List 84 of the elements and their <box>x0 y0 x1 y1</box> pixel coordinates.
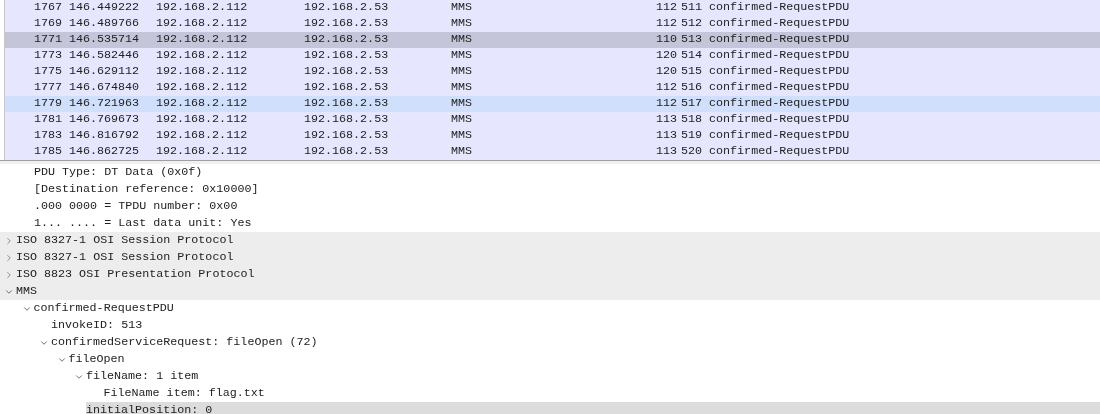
table-cell-text: 120 <box>654 47 677 65</box>
table-cell-text: 112 <box>654 0 677 17</box>
table-cell-text: 192.168.2.53 <box>304 47 390 65</box>
table-cell: 511 confirmed-RequestPDU <box>681 0 850 17</box>
table-cell-text: 192.168.2.112 <box>156 63 249 81</box>
table-cell-text: 192.168.2.53 <box>304 111 390 129</box>
table-cell: 517 confirmed-RequestPDU <box>681 95 850 113</box>
table-cell-text: 146.489766 <box>69 15 141 33</box>
table-cell-text: MMS <box>451 31 474 49</box>
table-cell-text: 146.449222 <box>69 0 141 17</box>
table-cell-text: 1781 <box>32 111 62 129</box>
table-cell-text: 192.168.2.112 <box>156 95 249 113</box>
table-cell-text: 192.168.2.53 <box>304 63 390 81</box>
table-cell: 518 confirmed-RequestPDU <box>681 111 850 129</box>
table-cell-text: 192.168.2.53 <box>304 95 390 113</box>
tree-item[interactable]: 1... .... = Last data unit: Yes <box>34 214 252 233</box>
table-cell-text: MMS <box>451 79 474 97</box>
tree-item[interactable]: confirmed-RequestPDU <box>33 299 174 318</box>
table-cell-text: MMS <box>451 143 474 160</box>
table-cell-text: 146.674840 <box>69 79 141 97</box>
table-cell-text: 192.168.2.112 <box>156 127 249 145</box>
table-cell: 515 confirmed-RequestPDU <box>681 63 850 81</box>
table-cell-text: 1769 <box>32 15 62 33</box>
table-cell-text: 112 <box>654 79 677 97</box>
table-cell-text: MMS <box>451 127 474 145</box>
table-cell: 520 confirmed-RequestPDU <box>681 143 850 160</box>
table-cell-text: 192.168.2.112 <box>156 79 249 97</box>
table-cell-text: 192.168.2.112 <box>156 15 249 33</box>
table-cell-text: 146.582446 <box>69 47 141 65</box>
table-cell-text: MMS <box>451 111 474 129</box>
table-cell-text: 1779 <box>32 95 62 113</box>
packet-row[interactable]: 1779 146.721963 192.168.2.112 192.168.2.53 MMS 112 517 confirmed-RequestPDU <box>5 96 1100 112</box>
table-cell-text: MMS <box>451 15 474 33</box>
tree-item[interactable]: fileOpen <box>68 350 125 369</box>
tree-item[interactable]: FileName item: flag.txt <box>103 384 265 403</box>
table-cell-text: 192.168.2.53 <box>304 15 390 33</box>
table-cell-text: 146.721963 <box>69 95 141 113</box>
table-cell-text: 192.168.2.53 <box>304 79 390 97</box>
table-cell-text: MMS <box>451 0 474 17</box>
table-cell-text: MMS <box>451 63 474 81</box>
table-cell: 512 confirmed-RequestPDU <box>681 15 850 33</box>
packet-row[interactable]: 1771 146.535714 192.168.2.112 192.168.2.53 MMS 110 513 confirmed-RequestPDU <box>5 32 1100 48</box>
table-cell-text: MMS <box>451 95 474 113</box>
table-cell: 516 confirmed-RequestPDU <box>681 79 850 97</box>
table-cell-text: 192.168.2.53 <box>304 0 390 17</box>
table-cell-text: 146.535714 <box>69 31 141 49</box>
table-cell-text: 192.168.2.112 <box>156 31 249 49</box>
table-cell-text: 192.168.2.112 <box>156 0 249 17</box>
table-cell: 514 confirmed-RequestPDU <box>681 47 850 65</box>
tree-item[interactable]: fileName: 1 item <box>86 367 199 386</box>
tree-item[interactable]: PDU Type: DT Data (0x0f) <box>34 164 203 182</box>
tree-item[interactable]: confirmedServiceRequest: fileOpen (72) <box>51 333 318 352</box>
table-cell: 519 confirmed-RequestPDU <box>681 127 850 145</box>
table-cell-text: 1785 <box>32 143 62 160</box>
table-cell-text: 192.168.2.53 <box>304 143 390 160</box>
tree-item[interactable]: .000 0000 = TPDU number: 0x00 <box>34 197 238 216</box>
table-cell-text: 113 <box>654 143 677 160</box>
table-cell-text: 146.769673 <box>69 111 141 129</box>
table-cell-text: 1777 <box>32 79 62 97</box>
table-cell-text: 146.816792 <box>69 127 141 145</box>
table-cell-text: 113 <box>654 111 677 129</box>
table-cell: 513 confirmed-RequestPDU <box>681 31 850 49</box>
table-cell-text: 192.168.2.53 <box>304 127 390 145</box>
table-cell-text: 146.629112 <box>69 63 141 81</box>
tree-item[interactable]: initialPosition: 0 <box>86 401 1100 414</box>
table-cell-text: MMS <box>451 47 474 65</box>
table-cell-text: 1771 <box>32 31 62 49</box>
table-cell-text: 1775 <box>32 63 62 81</box>
table-cell-text: 112 <box>654 15 677 33</box>
table-cell-text: 1783 <box>32 127 62 145</box>
table-cell-text: 192.168.2.53 <box>304 31 390 49</box>
tree-item[interactable]: invokeID: 513 <box>51 316 143 335</box>
table-cell-text: 192.168.2.112 <box>156 143 249 160</box>
table-cell-text: 192.168.2.112 <box>156 47 249 65</box>
table-cell-text: 110 <box>654 31 677 49</box>
table-cell-text: 112 <box>654 95 677 113</box>
table-cell-text: 146.862725 <box>69 143 141 160</box>
table-cell-text: 192.168.2.112 <box>156 111 249 129</box>
tree-item[interactable]: MMS <box>16 282 38 301</box>
table-cell-text: 120 <box>654 63 677 81</box>
tree-item[interactable]: [Destination reference: 0x10000] <box>34 180 259 199</box>
table-cell-text: 1767 <box>32 0 62 17</box>
table-cell-text: 1773 <box>32 47 62 65</box>
table-cell-text: 113 <box>654 127 677 145</box>
